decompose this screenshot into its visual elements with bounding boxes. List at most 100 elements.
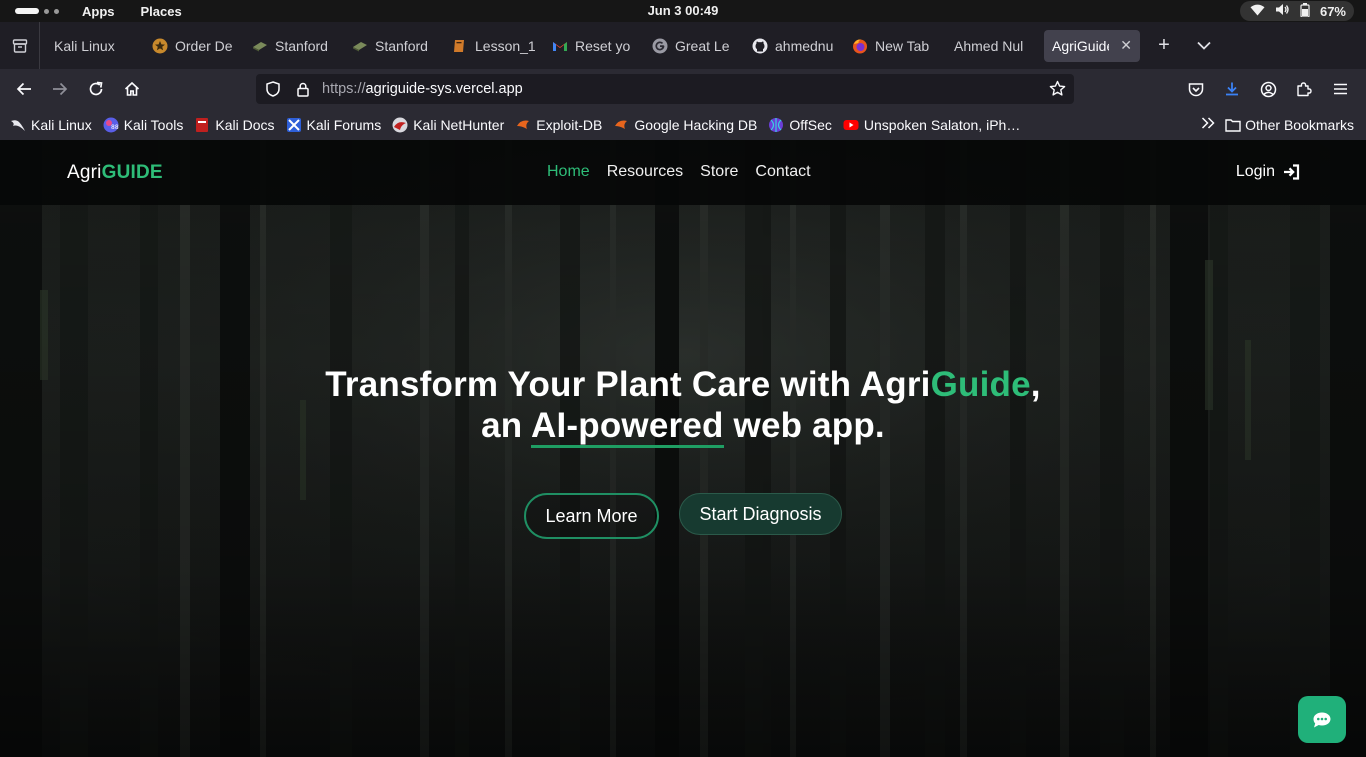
url-bar[interactable]: https://agriguide-sys.vercel.app xyxy=(256,74,1074,104)
bookmark-kali-docs[interactable]: Kali Docs xyxy=(194,116,275,133)
close-icon[interactable]: ✕ xyxy=(1120,37,1132,54)
nav-link-store[interactable]: Store xyxy=(700,163,738,181)
system-top-bar: Apps Places Jun 3 00:49 67% xyxy=(0,0,1366,22)
tab-stanford-1[interactable]: Stanford xyxy=(244,30,344,62)
exploit-db-icon xyxy=(517,120,530,129)
bookmark-label: Exploit-DB xyxy=(536,116,603,133)
bookmarks-toolbar: Kali Linux 88 Kali Tools Kali Docs Kali … xyxy=(0,109,1366,140)
bookmark-kali-forums[interactable]: Kali Forums xyxy=(286,116,382,133)
reload-icon xyxy=(89,81,103,96)
bookmark-label: Kali Docs xyxy=(215,116,275,133)
tab-kali-linux[interactable]: Kali Linux xyxy=(40,30,140,62)
tab-agriguide[interactable]: AgriGuide ✕ xyxy=(1044,29,1140,62)
account-button[interactable] xyxy=(1250,73,1286,105)
places-menu[interactable]: Places xyxy=(141,4,182,19)
wifi-icon xyxy=(1250,4,1265,19)
plus-icon: + xyxy=(1158,34,1170,56)
volume-icon xyxy=(1275,3,1290,19)
start-diagnosis-button[interactable]: Start Diagnosis xyxy=(679,493,842,535)
extensions-button[interactable] xyxy=(1286,73,1322,105)
tab-reset[interactable]: Reset yo xyxy=(544,30,644,62)
bookmark-kali-linux[interactable]: Kali Linux xyxy=(10,117,92,133)
list-all-tabs-button[interactable] xyxy=(1186,30,1222,62)
site-nav-links: Home Resources Store Contact xyxy=(547,163,811,181)
browser-tab-strip: Kali Linux Order De Stanford Stanford Le… xyxy=(0,22,1366,69)
bookmark-label: Google Hacking DB xyxy=(634,116,758,133)
book-icon xyxy=(454,39,464,52)
other-bookmarks-folder[interactable]: Other Bookmarks xyxy=(1225,117,1354,133)
logo-text: Agri xyxy=(67,162,102,183)
learn-more-button[interactable]: Learn More xyxy=(524,493,659,539)
hero-brand-accent: Guide xyxy=(930,365,1031,404)
tab-title: Great Le xyxy=(675,37,730,54)
lock-icon[interactable] xyxy=(288,82,318,97)
kali-tools-icon: 88 xyxy=(103,117,119,132)
tab-title: Order De xyxy=(175,37,233,54)
navigation-toolbar: https://agriguide-sys.vercel.app xyxy=(0,69,1366,109)
tab-title: Kali Linux xyxy=(54,37,115,54)
home-icon xyxy=(124,81,140,96)
shield-icon[interactable] xyxy=(258,81,288,97)
chevron-double-right-icon[interactable] xyxy=(1201,116,1215,133)
google-icon xyxy=(652,38,668,53)
tab-github[interactable]: ahmednu xyxy=(744,30,844,62)
pocket-button[interactable] xyxy=(1178,73,1214,105)
chat-bubble-icon xyxy=(1313,712,1331,727)
apps-menu[interactable]: Apps xyxy=(82,4,115,19)
back-button[interactable] xyxy=(6,73,42,105)
bookmark-kali-tools[interactable]: 88 Kali Tools xyxy=(103,117,183,133)
agriguide-logo[interactable]: AgriGUIDE xyxy=(67,162,163,184)
system-tray[interactable]: 67% xyxy=(1239,1,1354,21)
youtube-icon xyxy=(843,119,859,130)
firefox-icon xyxy=(853,38,867,53)
login-button[interactable]: Login xyxy=(1236,163,1300,181)
tab-ahmed[interactable]: Ahmed Nul xyxy=(944,30,1044,62)
nav-link-contact[interactable]: Contact xyxy=(755,163,810,181)
tab-title: AgriGuide xyxy=(1052,37,1110,54)
chat-button[interactable] xyxy=(1298,696,1346,743)
chevron-down-icon xyxy=(1197,41,1211,50)
tab-title: Reset yo xyxy=(575,37,631,54)
forward-button[interactable] xyxy=(42,73,78,105)
tab-lesson[interactable]: Lesson_1 xyxy=(444,30,544,62)
clock[interactable]: Jun 3 00:49 xyxy=(0,3,1366,18)
puzzle-icon xyxy=(1297,82,1312,97)
bookmark-offsec[interactable]: OffSec xyxy=(768,117,832,133)
firefox-view-button[interactable] xyxy=(0,22,40,69)
tab-title: Ahmed Nul xyxy=(954,37,1024,54)
login-label: Login xyxy=(1235,163,1275,180)
bookmark-youtube-video[interactable]: Unspoken Salaton, iPh… xyxy=(843,117,1020,133)
tab-order[interactable]: Order De xyxy=(144,30,244,62)
bookmarks-overflow-area: Other Bookmarks xyxy=(1201,116,1354,133)
tab-new-tab[interactable]: New Tab xyxy=(844,30,944,62)
new-tab-button[interactable]: + xyxy=(1146,30,1182,62)
bookmark-label: Kali Forums xyxy=(306,116,382,133)
activities-indicator[interactable] xyxy=(15,8,59,14)
hero-underline-powered: powered xyxy=(578,406,724,448)
tab-great-learning[interactable]: Great Le xyxy=(644,30,744,62)
pocket-icon xyxy=(1188,82,1204,96)
sign-in-icon xyxy=(1284,164,1300,180)
reload-button[interactable] xyxy=(78,73,114,105)
bookmark-label: Kali NetHunter xyxy=(413,116,505,133)
nav-link-resources[interactable]: Resources xyxy=(607,163,683,181)
home-button[interactable] xyxy=(114,73,150,105)
logo-accent-text: GUIDE xyxy=(101,162,163,183)
bookmark-exploit-db[interactable]: Exploit-DB xyxy=(515,117,602,133)
url-scheme: https:// xyxy=(322,81,366,97)
forest-background-image xyxy=(0,140,1366,757)
arrow-right-icon xyxy=(53,82,68,96)
bookmark-label: Unspoken Salaton, iPh… xyxy=(863,116,1021,133)
url-text[interactable]: https://agriguide-sys.vercel.app xyxy=(322,81,523,97)
downloads-button[interactable] xyxy=(1214,73,1250,105)
tab-title: Stanford xyxy=(375,37,428,54)
other-bookmarks-label: Other Bookmarks xyxy=(1245,116,1354,133)
bookmark-google-hacking-db[interactable]: Google Hacking DB xyxy=(613,117,757,133)
bookmark-kali-nethunter[interactable]: Kali NetHunter xyxy=(392,117,504,133)
tab-stanford-2[interactable]: Stanford xyxy=(344,30,444,62)
toolbar-right-icons xyxy=(1178,73,1358,105)
bookmark-star-icon[interactable] xyxy=(1049,80,1066,101)
app-menu-button[interactable] xyxy=(1322,73,1358,105)
nav-link-home[interactable]: Home xyxy=(547,163,590,181)
hero-line2-tail: web app. xyxy=(723,406,885,445)
